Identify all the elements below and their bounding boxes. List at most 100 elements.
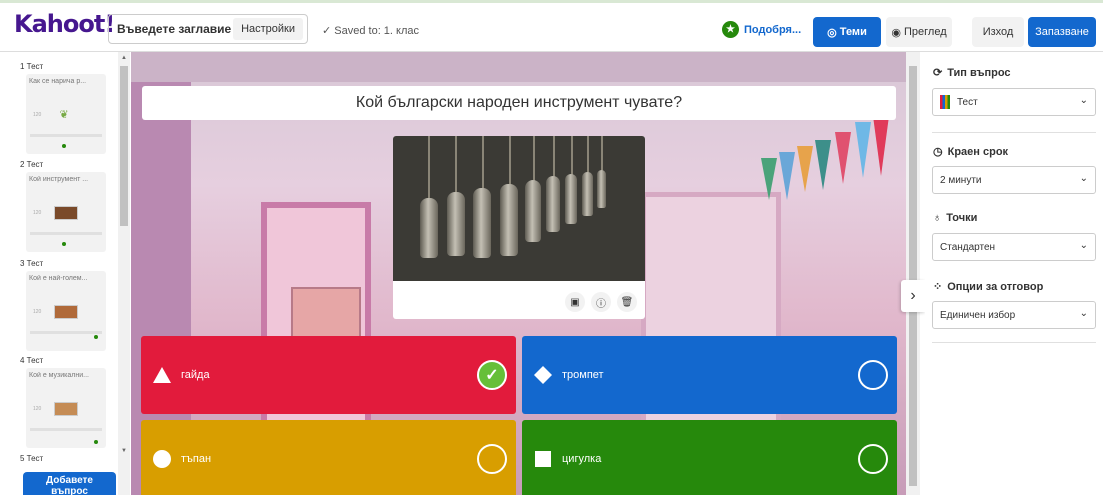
answer-text[interactable]: цигулка [562, 453, 601, 465]
circle-icon [153, 450, 171, 468]
bunting-flag [815, 140, 831, 190]
bell [525, 180, 541, 242]
correct-dot [62, 144, 66, 148]
slide-answer-lines [30, 331, 102, 334]
slide-question: Кой е най-голем... [29, 275, 88, 282]
quiz-type-icon [940, 95, 950, 109]
points-value: Стандартен [940, 241, 996, 253]
slide-thumbnail[interactable]: Кой е най-голем... 120 [26, 271, 106, 351]
bunting-flag [779, 152, 795, 200]
question-input[interactable]: Кой български народен инструмент чувате? [142, 86, 896, 120]
info-icon[interactable]: ⓘ [591, 292, 611, 312]
chevron-down-icon: ⌄ [1079, 173, 1088, 184]
correct-toggle[interactable] [477, 444, 507, 474]
bell [500, 184, 518, 256]
correct-dot [94, 335, 98, 339]
collapse-panel-chevron-icon[interactable]: › [901, 280, 925, 312]
slide-image [54, 206, 78, 220]
divider [932, 132, 1096, 133]
add-question-button[interactable]: Добавете въпрос [23, 472, 116, 495]
preview-button[interactable]: ◉ Преглед [886, 17, 952, 47]
answer-blue[interactable]: тромпет [522, 336, 897, 414]
kahoot-logo[interactable]: Kahoot! [14, 10, 115, 38]
points-select[interactable]: Стандартен ⌄ [932, 233, 1096, 261]
title-placeholder[interactable]: Въведете заглавие ... [109, 22, 233, 36]
bunting-flag [873, 116, 889, 176]
scroll-up-icon[interactable]: ▲ [121, 55, 127, 61]
question-type-icon: ⟳ [933, 67, 943, 79]
slide-label: 1 Тест [20, 62, 44, 71]
add-question-label-2: въпрос [51, 486, 88, 495]
save-button[interactable]: Запазване [1028, 17, 1096, 47]
answer-text[interactable]: тъпан [181, 453, 211, 465]
replace-media-icon[interactable]: ▣ [565, 292, 585, 312]
slide-sidebar: 1 Тест Как се нарича р... 120 ❦ 2 Тест К… [0, 52, 118, 495]
bunting-flag [797, 146, 813, 192]
slide-time: 120 [33, 406, 42, 412]
answer-yellow[interactable]: тъпан [141, 420, 516, 495]
correct-toggle[interactable] [858, 360, 888, 390]
correct-dot [62, 242, 66, 246]
title-input[interactable]: Въведете заглавие ... Настройки [108, 14, 308, 44]
plant-image: ❦ [54, 108, 74, 122]
triangle-icon [153, 366, 171, 384]
time-limit-select[interactable]: 2 минути ⌄ [932, 166, 1096, 194]
bunting-flag [835, 132, 851, 184]
slide-time: 120 [33, 112, 42, 118]
time-limit-label: Краен срок [947, 145, 1009, 158]
divider [932, 342, 1096, 343]
question-type-select[interactable]: Тест ⌄ [932, 88, 1096, 116]
scrollbar-thumb[interactable] [120, 66, 128, 226]
add-question-label-1: Добавете [46, 475, 93, 486]
bell [565, 174, 577, 224]
answer-options-select[interactable]: Единичен избор ⌄ [932, 301, 1096, 329]
trash-icon[interactable]: 🗑 [617, 292, 637, 312]
answer-text[interactable]: гайда [181, 369, 210, 381]
sidebar-scrollbar[interactable]: ▲ ▼ [118, 52, 130, 495]
chevron-down-icon: ⌄ [1079, 240, 1088, 251]
points-heading: ♁ Точки [933, 212, 977, 224]
slide-time: 120 [33, 309, 42, 315]
medal-icon: ♁ [933, 212, 942, 224]
media-toolbar: ▣ ⓘ 🗑 [565, 292, 637, 312]
slide-thumbnail[interactable]: Кой инструмент ... 120 [26, 172, 106, 252]
question-type-heading: ⟳ Тип въпрос [933, 66, 1011, 80]
canvas-scrollbar[interactable] [906, 52, 920, 495]
answer-text[interactable]: тромпет [562, 369, 604, 381]
scrollbar-thumb[interactable] [909, 66, 917, 486]
star-icon: ★ [722, 21, 739, 38]
points-label: Точки [946, 212, 978, 224]
media-container: ▣ ⓘ 🗑 [393, 136, 645, 319]
scroll-down-icon[interactable]: ▼ [121, 448, 127, 454]
answer-options-label: Опции за отговор [947, 280, 1044, 293]
answer-red[interactable]: гайда ✓ [141, 336, 516, 414]
bunting-flag [855, 122, 871, 178]
bell [597, 170, 606, 208]
exit-button[interactable]: Изход [972, 17, 1024, 47]
correct-check-icon[interactable]: ✓ [477, 360, 507, 390]
suggest-button[interactable]: ★ Подобря... [722, 21, 801, 38]
top-accent-line [0, 0, 1103, 3]
themes-button[interactable]: ◎ Теми [813, 17, 881, 47]
slide-thumbnail[interactable]: Кой е музикални... 120 [26, 368, 106, 448]
slide-answer-lines [30, 232, 102, 235]
answer-options-value: Единичен избор [940, 309, 1016, 321]
clock-icon: ◷ [933, 146, 943, 158]
time-limit-heading: ◷ Краен срок [933, 145, 1009, 159]
slide-label: 5 Тест [20, 454, 44, 463]
question-canvas: Кой български народен инструмент чувате?… [131, 52, 906, 495]
dots-grid-icon: ⁘ [933, 281, 943, 293]
chevron-down-icon: ⌄ [1079, 308, 1088, 319]
background-ceiling [131, 52, 906, 82]
suggest-label: Подобря... [744, 23, 802, 36]
question-type-value: Тест [957, 96, 978, 108]
slide-image [54, 402, 78, 416]
answer-green[interactable]: цигулка [522, 420, 897, 495]
slide-question: Кой инструмент ... [29, 176, 89, 183]
correct-toggle[interactable] [858, 444, 888, 474]
slide-thumbnail[interactable]: Как се нарича р... 120 ❦ [26, 74, 106, 154]
slide-answer-lines [30, 428, 102, 431]
slide-question: Кой е музикални... [29, 372, 89, 379]
preview-label: Преглед [903, 26, 947, 38]
settings-button[interactable]: Настройки [233, 18, 303, 40]
